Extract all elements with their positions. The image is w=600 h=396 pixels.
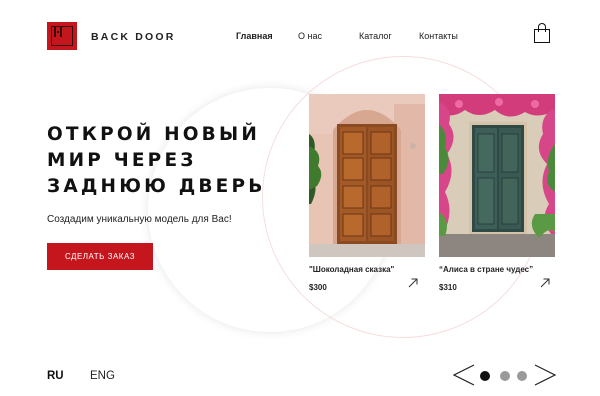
hero-title-line: ОТКРОЙ НОВЫЙ bbox=[47, 124, 261, 145]
pager-dot[interactable] bbox=[480, 371, 490, 381]
product-image-green-door[interactable] bbox=[439, 94, 555, 257]
hero-title: ОТКРОЙ НОВЫЙ МИР ЧЕРЕЗ ЗАДНЮЮ ДВЕРЬ bbox=[47, 122, 277, 200]
product-price: $300 bbox=[309, 283, 327, 292]
nav-item-about[interactable]: О нас bbox=[298, 31, 322, 41]
nav-item-contacts[interactable]: Контакты bbox=[419, 31, 458, 41]
arrow-up-right-icon[interactable] bbox=[408, 278, 418, 288]
chevron-left-icon[interactable] bbox=[452, 363, 476, 387]
product-image-wooden-door[interactable] bbox=[309, 94, 425, 257]
arrow-up-right-icon[interactable] bbox=[540, 278, 550, 288]
pager-dot[interactable] bbox=[517, 371, 527, 381]
hero-subtitle: Создадим уникальную модель для Вас! bbox=[47, 214, 232, 225]
hero-title-line: МИР ЧЕРЕЗ bbox=[47, 150, 197, 171]
order-button[interactable]: СДЕЛАТЬ ЗАКАЗ bbox=[47, 243, 153, 270]
pager-dot[interactable] bbox=[500, 371, 510, 381]
language-ru[interactable]: RU bbox=[47, 370, 64, 382]
product-title[interactable]: “Алиса в стране чудес” bbox=[439, 265, 533, 274]
green-door-with-flowers-photo bbox=[439, 94, 555, 257]
chevron-right-icon[interactable] bbox=[533, 363, 557, 387]
brand-name[interactable]: BACK DOOR bbox=[91, 31, 176, 43]
nav-item-catalog[interactable]: Каталог bbox=[359, 31, 392, 41]
wooden-door-photo bbox=[309, 94, 425, 257]
nav-item-home[interactable]: Главная bbox=[236, 31, 273, 41]
shopping-bag-icon[interactable] bbox=[533, 22, 551, 44]
logo-icon[interactable] bbox=[47, 22, 77, 50]
hero-title-line: ЗАДНЮЮ ДВЕРЬ bbox=[47, 176, 266, 197]
product-price: $310 bbox=[439, 283, 457, 292]
language-eng[interactable]: ENG bbox=[90, 370, 115, 382]
product-title[interactable]: "Шоколадная сказка" bbox=[309, 265, 394, 274]
